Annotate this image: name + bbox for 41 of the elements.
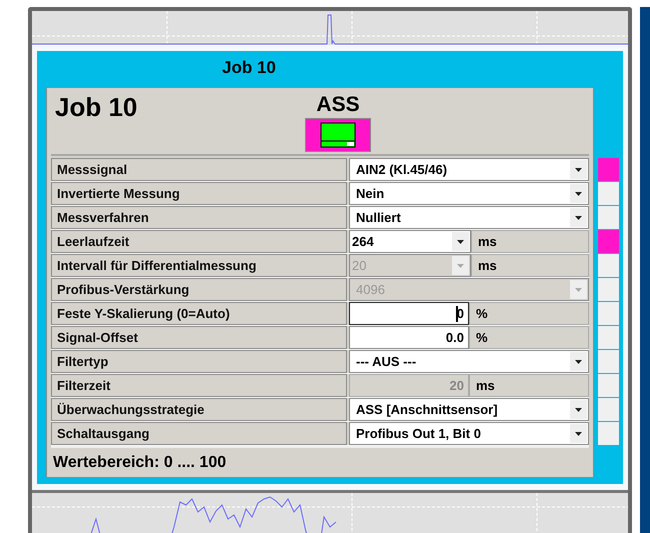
caret-icon <box>570 208 587 227</box>
field-label: Messverfahren <box>51 206 347 229</box>
dropdown[interactable]: ASS [Anschnittsensor] <box>349 398 589 421</box>
field-label: Überwachungsstrategie <box>51 398 347 421</box>
dropdown[interactable]: --- AUS --- <box>349 350 589 373</box>
caret-icon <box>570 400 587 419</box>
job-title: Job 10 <box>55 92 138 123</box>
dropdown[interactable]: Profibus Out 1, Bit 0 <box>349 422 589 445</box>
value-field: 20 <box>349 374 469 397</box>
field-label: Leerlaufzeit <box>51 230 347 253</box>
field-label: Intervall für Differentialmessung <box>51 254 347 277</box>
field-label: Schaltausgang <box>51 422 347 445</box>
dropdown[interactable]: AIN2 (Kl.45/46) <box>349 158 589 181</box>
dropdown[interactable]: Nein <box>349 182 589 205</box>
field-label: Filterzeit <box>51 374 347 397</box>
field-label: Filtertyp <box>51 350 347 373</box>
value-range: Wertebereich: 0 .... 100 <box>51 446 589 477</box>
screen-icon <box>320 122 356 148</box>
caret-icon <box>570 184 587 203</box>
caret-icon <box>570 160 587 179</box>
unit-label: ms <box>471 254 589 277</box>
unit-label: ms <box>471 230 589 253</box>
combo-box[interactable]: 264 <box>349 230 471 253</box>
caret-icon <box>452 256 469 275</box>
caret-icon <box>570 424 587 443</box>
unit-label: ms <box>469 374 589 397</box>
field-label: Feste Y-Skalierung (0=Auto) <box>51 302 347 325</box>
caret-icon <box>452 232 469 251</box>
field-label: Invertierte Messung <box>51 182 347 205</box>
unit-label: % <box>469 326 589 349</box>
panel-title: Job 10 <box>221 57 277 79</box>
unit-label: % <box>469 302 589 325</box>
status-button[interactable] <box>305 118 371 152</box>
caret-icon <box>570 280 587 299</box>
input-field[interactable]: 0.0 <box>349 326 469 349</box>
field-label: Signal-Offset <box>51 326 347 349</box>
mode-label: ASS <box>316 94 360 116</box>
field-label: Messsignal <box>51 158 347 181</box>
field-label: Profibus-Verstärkung <box>51 278 347 301</box>
caret-icon <box>570 352 587 371</box>
dropdown[interactable]: Nulliert <box>349 206 589 229</box>
